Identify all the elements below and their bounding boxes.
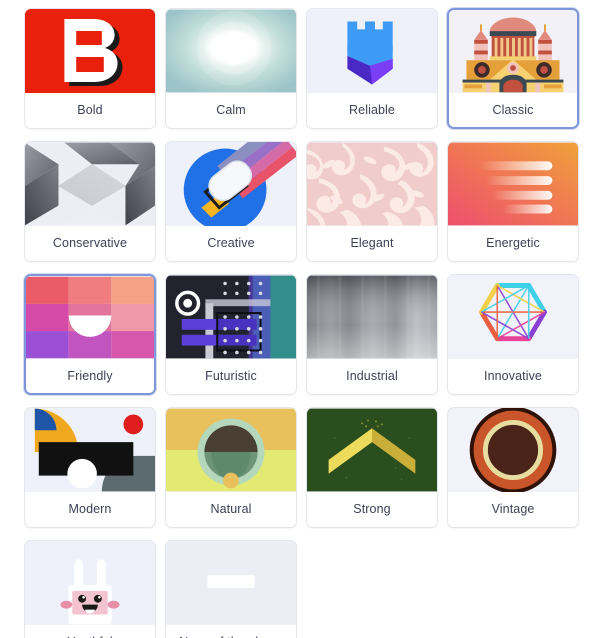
personality-card-industrial[interactable]: Industrial [306,274,438,395]
vintage-ring-icon [448,408,578,492]
personality-card-label: Modern [25,492,155,527]
personality-card-label: Strong [307,492,437,527]
personality-card-futuristic[interactable]: Futuristic [165,274,297,395]
personality-card-label: Friendly [26,359,154,393]
personality-card-vintage[interactable]: Vintage [447,407,579,528]
friendly-smile-grid-icon [26,276,154,359]
personality-card-label: Futuristic [166,359,296,394]
calm-radial-glow-icon [166,9,296,93]
industrial-metal-icon [307,275,437,359]
personality-card-energetic[interactable]: Energetic [447,141,579,262]
strong-chevron-icon [307,408,437,492]
futuristic-circuit-icon [166,275,296,359]
personality-card-label: None of the above [166,625,296,638]
modern-bauhaus-icon [25,408,155,492]
personality-card-bold[interactable]: Bold [24,8,156,129]
personality-card-classic[interactable]: Classic [447,8,579,129]
personality-card-label: Conservative [25,226,155,261]
energetic-speedlines-icon [448,142,578,226]
none-blank-bar-icon [166,541,296,625]
personality-card-creative[interactable]: Creative [165,141,297,262]
personality-card-label: Classic [449,93,577,127]
personality-card-friendly[interactable]: Friendly [24,274,156,395]
personality-card-reliable[interactable]: Reliable [306,8,438,129]
reliable-shield-icon [307,9,437,93]
personality-card-label: Calm [166,93,296,128]
personality-card-label: Innovative [448,359,578,394]
personality-card-label: Elegant [307,226,437,261]
youthful-bunny-icon [25,541,155,625]
personality-card-strong[interactable]: Strong [306,407,438,528]
personality-card-natural[interactable]: Natural [165,407,297,528]
personality-card-label: Reliable [307,93,437,128]
personality-card-elegant[interactable]: Elegant [306,141,438,262]
personality-card-calm[interactable]: Calm [165,8,297,129]
personality-card-grid: Bold Calm Reliable Classic Conservative [0,0,600,638]
personality-card-conservative[interactable]: Conservative [24,141,156,262]
personality-card-label: Vintage [448,492,578,527]
personality-card-modern[interactable]: Modern [24,407,156,528]
elegant-damask-icon [307,142,437,226]
creative-paint-roller-icon [166,142,296,226]
personality-card-label: Natural [166,492,296,527]
bold-letter-b-icon [25,9,155,93]
personality-card-label: Industrial [307,359,437,394]
personality-card-youthful[interactable]: Youthful [24,540,156,638]
personality-card-label: Energetic [448,226,578,261]
personality-card-label: Youthful [25,625,155,638]
classic-building-icon [449,10,577,93]
personality-card-label: Bold [25,93,155,128]
innovative-hexagon-net-icon [448,275,578,359]
personality-card-innovative[interactable]: Innovative [447,274,579,395]
natural-sunset-tree-icon [166,408,296,492]
conservative-isometric-icon [25,142,155,226]
personality-card-none[interactable]: None of the above [165,540,297,638]
personality-card-label: Creative [166,226,296,261]
